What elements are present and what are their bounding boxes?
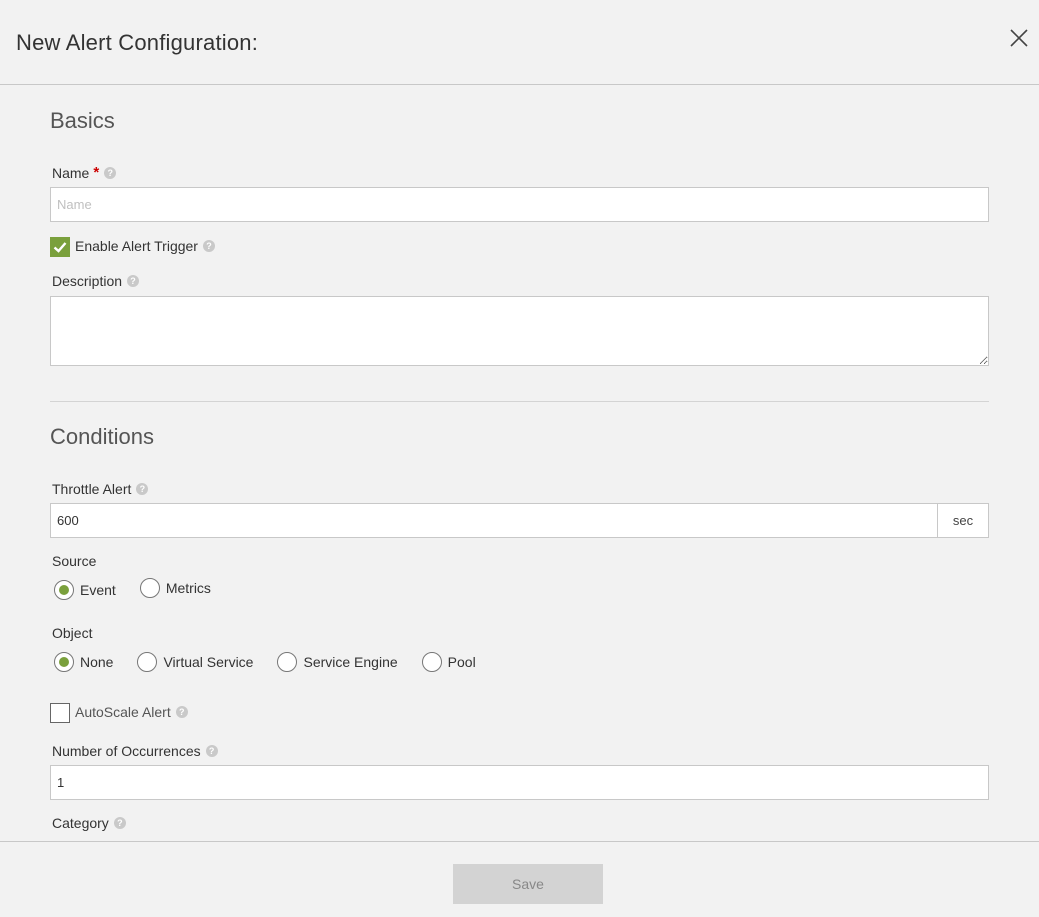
radio-label: Metrics [165, 580, 211, 596]
name-label-text: Name [52, 164, 90, 181]
radio-button[interactable] [54, 580, 74, 600]
modal-title: New Alert Configuration: [16, 30, 259, 55]
description-label: Description ? [52, 273, 140, 289]
radio-label: None [80, 654, 114, 670]
description-label-text: Description [52, 273, 123, 289]
category-label-text: Category [52, 815, 109, 831]
description-textarea[interactable] [50, 296, 989, 366]
source-label-text: Source [52, 553, 97, 569]
modal-body[interactable]: Basics Name * ? Enable Alert Trigger ? D… [0, 86, 1039, 841]
help-icon[interactable]: ? [205, 745, 218, 757]
object-option-service-engine[interactable]: Service Engine [277, 652, 398, 672]
section-divider [50, 401, 989, 402]
object-option-virtual-service[interactable]: Virtual Service [137, 652, 253, 672]
help-icon[interactable]: ? [175, 706, 188, 718]
throttle-alert-label-text: Throttle Alert [52, 481, 132, 497]
source-label: Source [52, 553, 96, 569]
object-radio-group: None Virtual Service Service Engine Pool [54, 652, 500, 672]
throttle-alert-input[interactable] [50, 503, 938, 538]
autoscale-alert-checkbox[interactable] [50, 703, 70, 723]
section-title-conditions: Conditions [50, 424, 154, 449]
object-option-none[interactable]: None [54, 652, 113, 672]
radio-button[interactable] [137, 652, 158, 672]
throttle-unit-addon: sec [937, 503, 989, 538]
radio-button[interactable] [139, 578, 160, 598]
radio-label: Virtual Service [163, 654, 254, 670]
object-option-pool[interactable]: Pool [421, 652, 476, 672]
source-option-event[interactable]: Event [54, 580, 116, 600]
occurrences-label: Number of Occurrences ? [52, 743, 218, 759]
modal-header: New Alert Configuration: [0, 0, 1039, 85]
radio-label: Pool [447, 654, 476, 670]
help-icon[interactable]: ? [136, 483, 149, 495]
name-input[interactable] [50, 187, 989, 222]
save-button[interactable]: Save [453, 864, 603, 904]
help-icon[interactable]: ? [104, 166, 117, 179]
category-label: Category ? [52, 815, 126, 831]
radio-label: Event [80, 582, 116, 598]
object-label-text: Object [52, 625, 93, 641]
occurrences-label-text: Number of Occurrences [52, 743, 201, 759]
radio-button[interactable] [421, 652, 442, 672]
name-label: Name * ? [52, 164, 117, 181]
required-marker: * [93, 164, 100, 181]
radio-button[interactable] [54, 652, 74, 672]
modal-footer: Save [0, 841, 1039, 917]
help-icon[interactable]: ? [127, 275, 140, 287]
source-option-metrics[interactable]: Metrics [139, 578, 211, 598]
autoscale-alert-label[interactable]: AutoScale Alert ? [75, 704, 188, 720]
autoscale-alert-text: AutoScale Alert [75, 704, 171, 720]
help-icon[interactable]: ? [113, 817, 126, 829]
close-icon [1010, 29, 1028, 47]
radio-button[interactable] [277, 652, 298, 672]
enable-alert-trigger-label[interactable]: Enable Alert Trigger ? [75, 238, 215, 254]
section-title-basics: Basics [50, 108, 115, 133]
radio-label: Service Engine [303, 654, 398, 670]
help-icon[interactable]: ? [202, 240, 215, 252]
enable-alert-trigger-text: Enable Alert Trigger [75, 238, 198, 254]
occurrences-input[interactable] [50, 765, 989, 800]
enable-alert-trigger-checkbox[interactable] [50, 237, 70, 257]
object-label: Object [52, 625, 92, 641]
close-button[interactable] [1007, 26, 1031, 50]
throttle-alert-label: Throttle Alert ? [52, 481, 149, 497]
source-radio-group: Event Metrics [54, 578, 235, 600]
check-icon [53, 242, 67, 253]
